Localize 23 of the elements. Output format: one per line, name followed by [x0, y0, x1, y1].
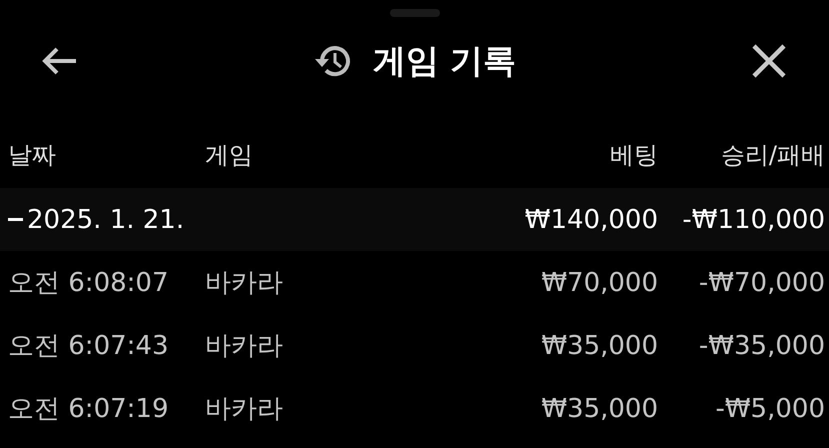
- result-cell: -₩5,000: [715, 394, 825, 424]
- column-header[interactable]: 게임: [205, 139, 458, 171]
- time-cell-text: 오전 6:07:19: [8, 393, 170, 426]
- drag-handle[interactable]: [390, 9, 440, 17]
- time-cell-text: 오전 6:07:43: [8, 330, 170, 363]
- game-cell-text: 바카라: [205, 330, 284, 363]
- bet-cell: ₩70,000: [541, 268, 658, 298]
- total-bet: ₩140,000: [524, 204, 658, 234]
- column-header[interactable]: 날짜: [8, 139, 205, 171]
- result-cell: -₩70,000: [698, 268, 825, 298]
- result-cell: -₩35,000: [698, 330, 825, 360]
- column-header[interactable]: 베팅: [610, 139, 658, 171]
- time-cell-text: 오전 6:08:07: [8, 267, 170, 300]
- group-date: 2025. 1. 21.: [27, 204, 184, 234]
- date-group-row[interactable]: 2025. 1. 21. ₩140,000 -₩110,000: [0, 188, 829, 251]
- column-header[interactable]: 승리/패배: [720, 139, 825, 171]
- bet-cell: ₩35,000: [541, 330, 658, 360]
- minus-icon: [8, 218, 23, 221]
- total-result: -₩110,000: [682, 204, 825, 234]
- window-title: 게임 기록: [372, 40, 516, 82]
- game-cell-text: 바카라: [205, 393, 284, 426]
- game-cell-text: 바카라: [205, 267, 284, 300]
- bet-cell: ₩35,000: [541, 394, 658, 424]
